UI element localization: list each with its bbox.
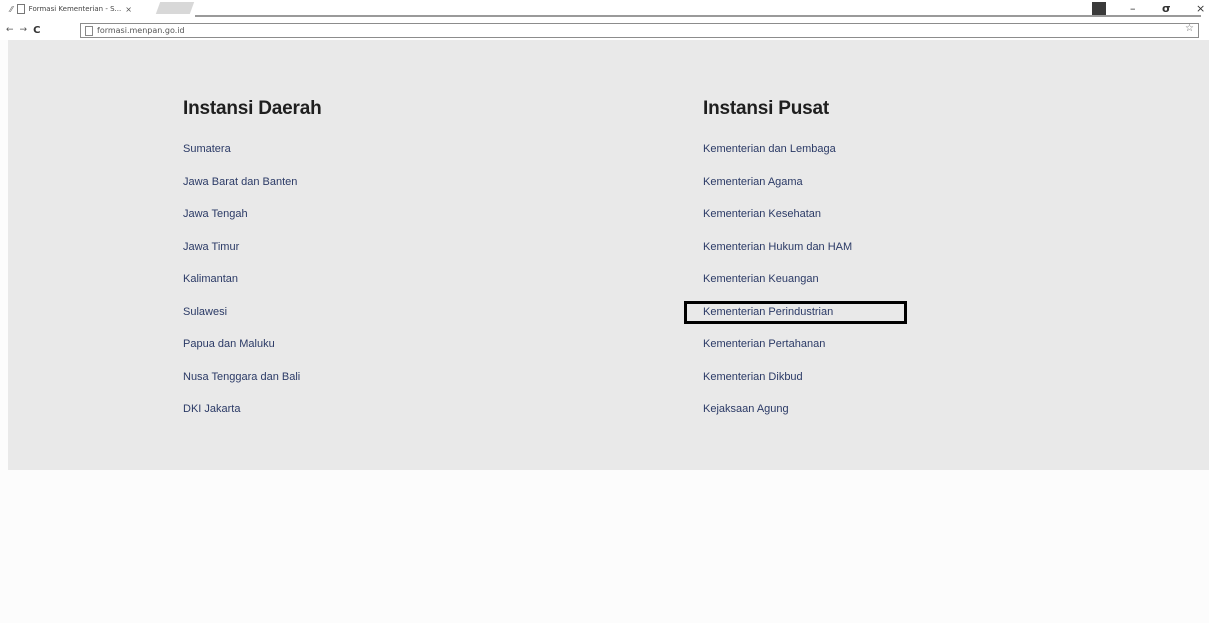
ministry-link-dikbud[interactable]: Kementerian Dikbud: [703, 370, 852, 403]
instansi-pusat-section: Instansi Pusat Kementerian dan Lembaga K…: [703, 98, 852, 435]
address-url[interactable]: formasi.menpan.go.id: [97, 26, 185, 35]
instansi-pusat-heading: Instansi Pusat: [703, 98, 830, 119]
region-link-sumatera[interactable]: Sumatera: [183, 142, 322, 175]
reload-button[interactable]: C: [33, 25, 40, 36]
region-link-sulawesi[interactable]: Sulawesi: [183, 305, 322, 338]
forward-button[interactable]: →: [20, 25, 28, 35]
instansi-daerah-heading: Instansi Daerah: [183, 98, 322, 119]
ministry-link-keuangan[interactable]: Kementerian Keuangan: [703, 272, 852, 305]
address-bar[interactable]: formasi.menpan.go.id ☆: [80, 23, 1199, 38]
region-link-dki-jakarta[interactable]: DKI Jakarta: [183, 402, 322, 435]
new-tab-button[interactable]: [155, 2, 195, 14]
back-button[interactable]: ←: [6, 25, 14, 35]
tab-title: Formasi Kementerian - S...: [28, 5, 122, 13]
browser-tab[interactable]: ⁄⁄ Formasi Kementerian - S... ×: [10, 2, 160, 16]
instansi-pusat-list: Kementerian dan Lembaga Kementerian Agam…: [703, 142, 852, 435]
instansi-daerah-list: Sumatera Jawa Barat dan Banten Jawa Teng…: [183, 142, 322, 435]
region-link-papua-maluku[interactable]: Papua dan Maluku: [183, 337, 322, 370]
highlight-box-perindustrian: [684, 301, 907, 324]
region-link-kalimantan[interactable]: Kalimantan: [183, 272, 322, 305]
browser-chrome: ⁄⁄ Formasi Kementerian - S... × – σ × ← …: [0, 0, 1209, 40]
close-window-button[interactable]: ×: [1196, 0, 1205, 16]
browser-toolbar: ← → C formasi.menpan.go.id ☆: [0, 22, 1209, 38]
ministry-link-hukum-ham[interactable]: Kementerian Hukum dan HAM: [703, 240, 852, 273]
maximize-button[interactable]: σ: [1162, 0, 1171, 16]
ministry-link-kesehatan[interactable]: Kementerian Kesehatan: [703, 207, 852, 240]
tab-strip-divider: [195, 15, 1201, 17]
ministry-link-kejaksaan-agung[interactable]: Kejaksaan Agung: [703, 402, 852, 435]
region-link-jawa-barat-banten[interactable]: Jawa Barat dan Banten: [183, 175, 322, 208]
tab-close-icon[interactable]: ×: [125, 5, 132, 14]
ministry-link-pertahanan[interactable]: Kementerian Pertahanan: [703, 337, 852, 370]
region-link-jawa-tengah[interactable]: Jawa Tengah: [183, 207, 322, 240]
region-link-nusa-tenggara-bali[interactable]: Nusa Tenggara dan Bali: [183, 370, 322, 403]
ministry-link-kementerian-lembaga[interactable]: Kementerian dan Lembaga: [703, 142, 852, 175]
page-favicon-icon: [16, 4, 25, 14]
user-profile-icon[interactable]: [1092, 2, 1106, 15]
region-link-jawa-timur[interactable]: Jawa Timur: [183, 240, 322, 273]
bookmark-star-icon[interactable]: ☆: [1185, 23, 1194, 34]
page-icon: [85, 25, 93, 36]
ministry-link-agama[interactable]: Kementerian Agama: [703, 175, 852, 208]
minimize-button[interactable]: –: [1130, 0, 1136, 16]
instansi-daerah-section: Instansi Daerah Sumatera Jawa Barat dan …: [183, 98, 322, 435]
tab-icon: ⁄⁄: [10, 4, 13, 14]
